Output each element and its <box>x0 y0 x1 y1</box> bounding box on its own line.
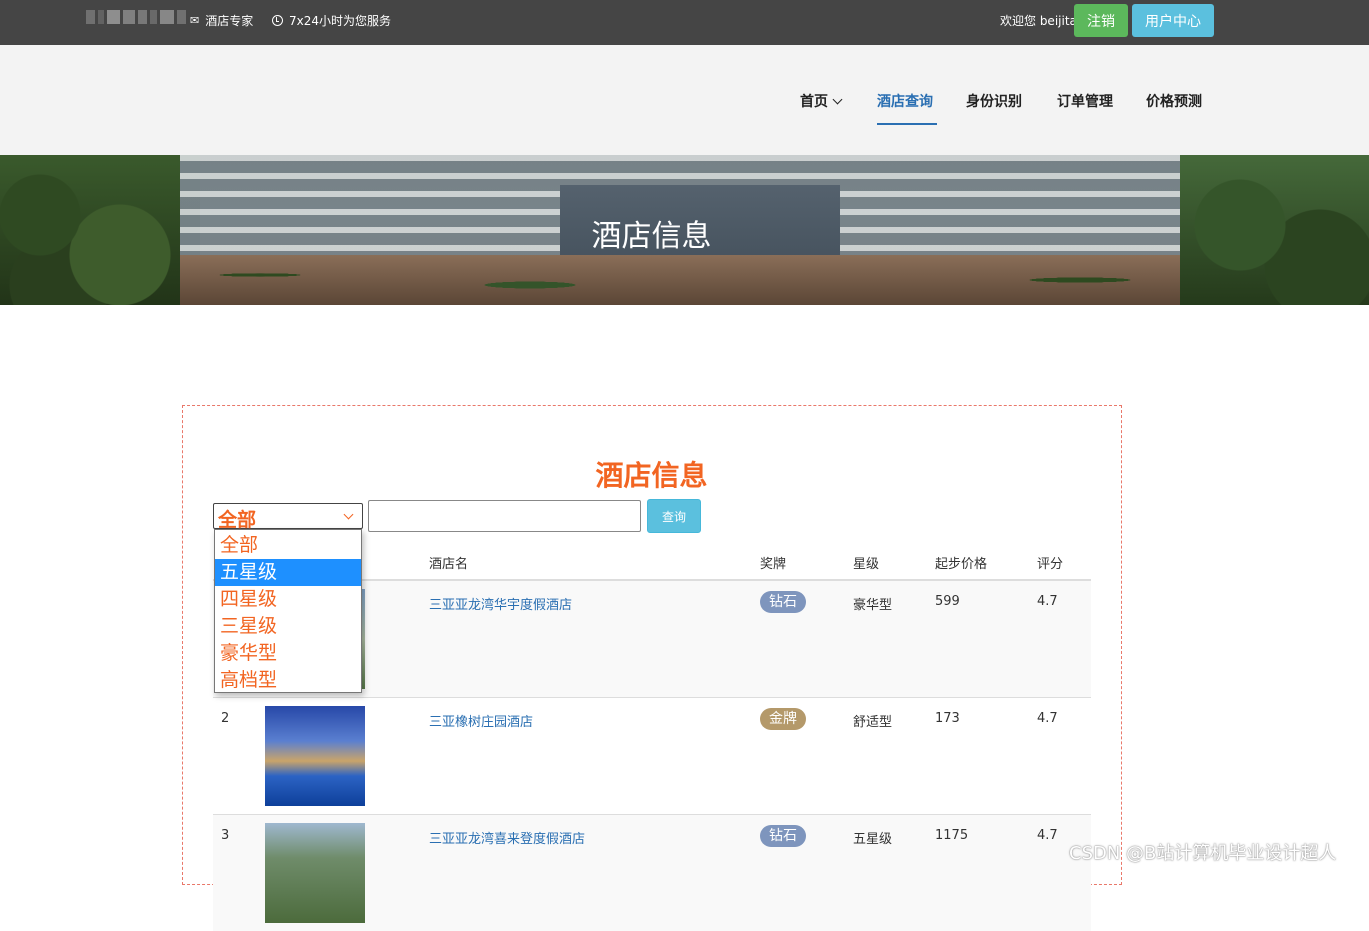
row-number: 2 <box>221 711 230 726</box>
brand-text: 酒店专家 <box>205 13 254 28</box>
row-number: 3 <box>221 828 230 843</box>
hotel-name-link[interactable]: 三亚橡树庄园酒店 <box>429 711 533 730</box>
blurred-logo <box>86 10 187 24</box>
medal-badge: 金牌 <box>760 708 806 730</box>
dropdown-option[interactable]: 三星级 <box>215 613 361 640</box>
star-level: 舒适型 <box>853 715 893 730</box>
clock-icon <box>272 14 283 26</box>
welcome-text: 欢迎您 beijita <box>1000 14 1077 28</box>
logout-button[interactable]: 注销 <box>1074 4 1128 37</box>
dropdown-option[interactable]: 四星级 <box>215 586 361 613</box>
score: 4.7 <box>1037 711 1058 726</box>
nav-item-identity[interactable]: 身份识别 <box>966 91 1022 111</box>
active-nav-underline <box>877 123 937 125</box>
page-title: 酒店信息 <box>595 459 708 492</box>
watermark: CSDN @B站计算机毕业设计超人 <box>1069 843 1337 864</box>
service-item: 7x24小时为您服务 <box>272 12 391 28</box>
column-header-price: 起步价格 <box>935 557 988 572</box>
column-header-score: 评分 <box>1037 557 1064 572</box>
chevron-down-icon <box>832 94 843 105</box>
dropdown-option[interactable]: 全部 <box>215 532 361 559</box>
service-text: 7x24小时为您服务 <box>289 13 392 28</box>
top-bar: ✉ 酒店专家 7x24小时为您服务 欢迎您 beijita 注销 用户中心 <box>0 0 1369 45</box>
table-row: 3 三亚亚龙湾喜来登度假酒店 钻石 五星级 1175 4.7 <box>213 814 1091 931</box>
nav-item-home[interactable]: 首页 <box>800 91 843 111</box>
dropdown-option-highlighted[interactable]: 五星级 <box>215 559 361 586</box>
table-row: 2 三亚橡树庄园酒店 金牌 舒适型 173 4.7 <box>213 697 1091 814</box>
star-filter-select[interactable]: 全部 <box>213 503 363 531</box>
dropdown-option[interactable]: 高档型 <box>215 667 361 694</box>
score: 4.7 <box>1037 828 1058 843</box>
hotel-thumbnail[interactable] <box>265 823 365 923</box>
star-filter-dropdown: 全部 五星级 四星级 三星级 豪华型 高档型 <box>214 529 362 693</box>
banner-title: 酒店信息 <box>591 219 712 254</box>
start-price: 1175 <box>935 828 969 843</box>
hotel-name-link[interactable]: 三亚亚龙湾喜来登度假酒店 <box>429 828 585 847</box>
search-input[interactable] <box>368 500 641 532</box>
star-level: 五星级 <box>853 832 893 847</box>
star-filter-value: 全部 <box>218 509 257 531</box>
hotel-thumbnail[interactable] <box>265 706 365 806</box>
nav-item-price-forecast[interactable]: 价格预测 <box>1146 91 1202 111</box>
main-nav: 首页 酒店查询 身份识别 订单管理 价格预测 <box>0 45 1369 155</box>
brand-item: ✉ 酒店专家 <box>190 12 253 28</box>
hotel-name-link[interactable]: 三亚亚龙湾华宇度假酒店 <box>429 594 572 613</box>
column-header-star: 星级 <box>853 557 880 572</box>
nav-item-home-label: 首页 <box>800 94 828 110</box>
dropdown-option[interactable]: 豪华型 <box>215 640 361 667</box>
nav-item-hotel-search[interactable]: 酒店查询 <box>877 91 933 111</box>
search-button[interactable]: 查询 <box>647 499 701 533</box>
chevron-down-icon <box>343 509 354 520</box>
envelope-icon: ✉ <box>190 13 200 27</box>
column-header-name: 酒店名 <box>429 557 469 572</box>
start-price: 173 <box>935 711 960 726</box>
medal-badge: 钻石 <box>760 825 806 847</box>
column-header-medal: 奖牌 <box>760 557 787 572</box>
score: 4.7 <box>1037 594 1058 609</box>
start-price: 599 <box>935 594 960 609</box>
star-level: 豪华型 <box>853 598 893 613</box>
hero-banner: 酒店信息 <box>0 155 1369 305</box>
medal-badge: 钻石 <box>760 591 806 613</box>
nav-item-orders[interactable]: 订单管理 <box>1057 91 1113 111</box>
user-center-button[interactable]: 用户中心 <box>1132 4 1214 37</box>
